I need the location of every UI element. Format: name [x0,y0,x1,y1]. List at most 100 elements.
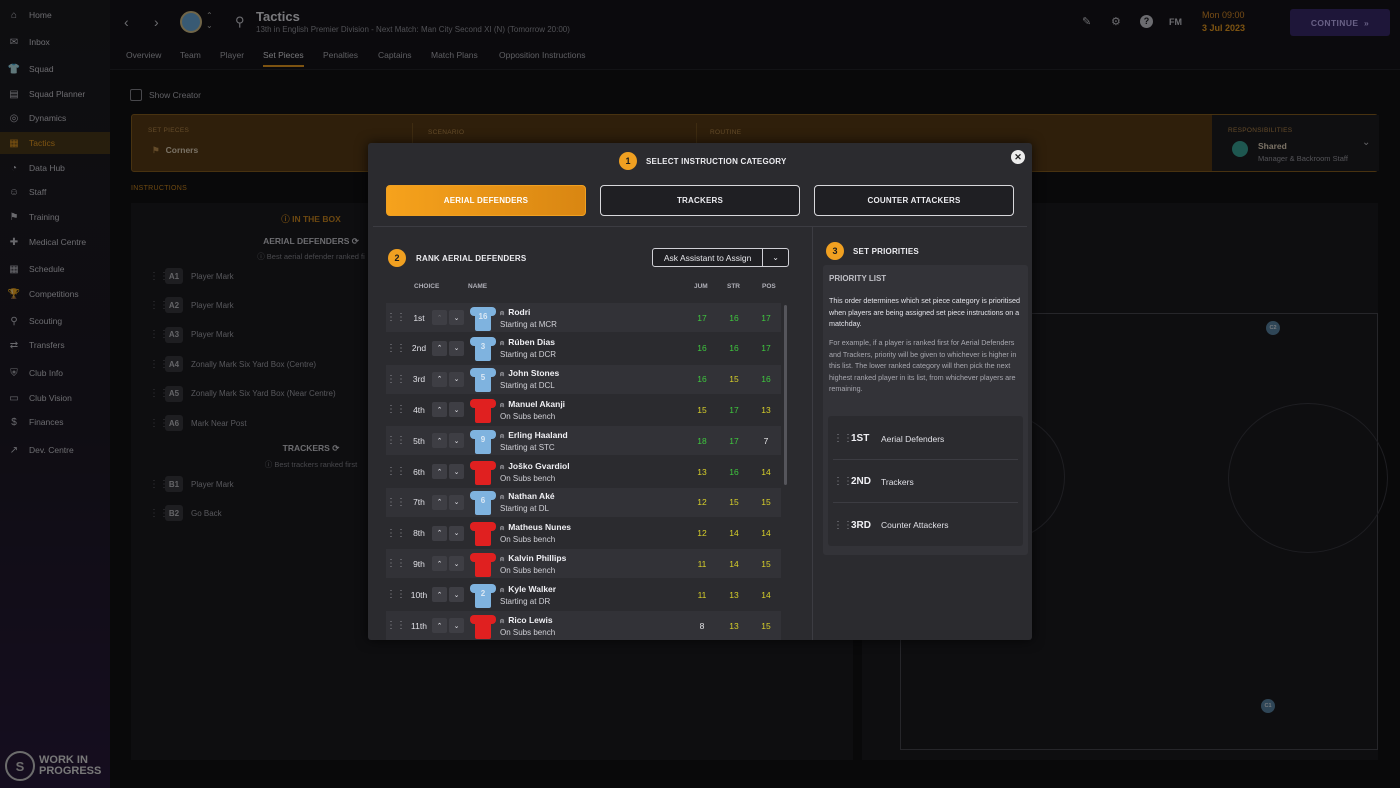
player-info[interactable]: ⍝ Rodri Starting at MCR [500,307,670,329]
player-name[interactable]: Rodri [508,307,530,317]
column-name[interactable]: NAME [468,283,487,290]
player-name[interactable]: Joško Gvardiol [508,461,569,471]
move-up-button[interactable]: ⌃ [432,494,447,510]
category-aerial-defenders[interactable]: AERIAL DEFENDERS [386,185,586,216]
player-name[interactable]: Manuel Akanji [508,399,565,409]
priority-items: ⋮⋮ 1ST Aerial Defenders ⋮⋮ 2ND Trackers … [828,416,1023,546]
step-3-badge: 3 [826,242,844,260]
player-row[interactable]: ⋮⋮ 1st ⌃ ⌄ 16 ⍝ Rodri Starting at MCR 17 16 17 [386,303,781,332]
category-counter-attackers[interactable]: COUNTER ATTACKERS [814,185,1014,216]
player-info[interactable]: ⍝ Erling Haaland Starting at STC [500,430,670,452]
drag-handle-icon[interactable]: ⋮⋮ [386,558,406,569]
choice-rank: 10th [410,589,428,600]
player-info[interactable]: ⍝ Rúben Dias Starting at DCR [500,337,670,359]
move-up-button[interactable]: ⌃ [432,587,447,603]
player-row[interactable]: ⋮⋮ 3rd ⌃ ⌄ 5 ⍝ John Stones Starting at DCL 16 15 1… [386,364,781,394]
chevron-down-icon[interactable]: ⌄ [762,249,788,266]
move-up-button[interactable]: ⌃ [432,556,447,572]
player-info[interactable]: ⍝ Manuel Akanji On Subs bench [500,399,670,421]
drag-handle-icon[interactable]: ⋮⋮ [833,520,853,531]
drag-handle-icon[interactable]: ⋮⋮ [386,589,406,600]
move-up-button[interactable]: ⌃ [432,464,447,479]
move-down-button[interactable]: ⌄ [449,433,464,449]
drag-handle-icon[interactable]: ⋮⋮ [386,404,406,415]
player-info[interactable]: ⍝ Kalvin Phillips On Subs bench [500,553,670,575]
player-row[interactable]: ⋮⋮ 2nd ⌃ ⌄ 3 ⍝ Rúben Dias Starting at DCR 16 16 17 [386,333,781,363]
move-down-button[interactable]: ⌄ [449,587,464,603]
player-row[interactable]: ⋮⋮ 8th ⌃ ⌄ ⍝ Matheus Nunes On Subs bench 12 14 14 [386,518,781,548]
step-3-title: SET PRIORITIES [853,247,919,256]
player-name[interactable]: Rúben Dias [508,337,555,347]
category-trackers[interactable]: TRACKERS [600,185,800,216]
player-status-icon: ⍝ [500,309,505,317]
player-name[interactable]: Kyle Walker [508,584,556,594]
column-choice[interactable]: CHOICE [414,283,439,290]
move-down-button[interactable]: ⌄ [449,556,464,572]
move-up-button[interactable]: ⌃ [432,310,447,325]
player-name[interactable]: Rico Lewis [508,615,552,625]
move-up-button[interactable]: ⌃ [432,340,447,356]
move-down-button[interactable]: ⌄ [449,618,464,633]
drag-handle-icon[interactable]: ⋮⋮ [386,497,406,508]
move-down-button[interactable]: ⌄ [449,371,464,387]
drag-handle-icon[interactable]: ⋮⋮ [386,435,406,446]
drag-handle-icon[interactable]: ⋮⋮ [386,528,406,539]
drag-handle-icon[interactable]: ⋮⋮ [386,620,406,631]
player-row[interactable]: ⋮⋮ 9th ⌃ ⌄ ⍝ Kalvin Phillips On Subs bench 11 14… [386,549,781,579]
player-info[interactable]: ⍝ Rico Lewis On Subs bench [500,615,670,637]
move-down-button[interactable]: ⌄ [449,402,464,418]
player-row[interactable]: ⋮⋮ 6th ⌃ ⌄ ⍝ Joško Gvardiol On Subs bench 13 16 1… [386,457,781,486]
choice-rank: 6th [413,466,425,477]
kit-body [475,522,491,547]
player-kit-icon [470,396,496,424]
player-row[interactable]: ⋮⋮ 11th ⌃ ⌄ ⍝ Rico Lewis On Subs bench 8 13 15 [386,611,781,640]
priority-item[interactable]: ⋮⋮ 1ST Aerial Defenders [833,418,1018,460]
player-status: Starting at MCR [500,319,557,329]
priority-item[interactable]: ⋮⋮ 3RD Counter Attackers [833,504,1018,546]
player-name[interactable]: Erling Haaland [508,430,568,440]
player-info[interactable]: ⍝ John Stones Starting at DCL [500,368,670,390]
move-up-button[interactable]: ⌃ [432,525,447,541]
player-name[interactable]: Nathan Aké [508,491,554,501]
ask-assistant-button[interactable]: Ask Assistant to Assign [653,253,762,263]
move-up-button[interactable]: ⌃ [432,402,447,418]
move-down-button[interactable]: ⌄ [449,310,464,325]
drag-handle-icon[interactable]: ⋮⋮ [386,312,406,323]
player-row[interactable]: ⋮⋮ 4th ⌃ ⌄ ⍝ Manuel Akanji On Subs bench 15 17 13 [386,395,781,425]
move-down-button[interactable]: ⌄ [449,494,464,510]
priority-item[interactable]: ⋮⋮ 2ND Trackers [833,461,1018,503]
drag-handle-icon[interactable]: ⋮⋮ [386,343,406,354]
column-positioning[interactable]: POS [762,283,776,290]
player-kit-icon: 16 [470,304,496,332]
player-info[interactable]: ⍝ Nathan Aké Starting at DL [500,491,670,513]
move-down-button[interactable]: ⌄ [449,464,464,479]
list-scrollbar[interactable] [784,305,787,485]
drag-handle-icon[interactable]: ⋮⋮ [833,476,853,487]
player-row[interactable]: ⋮⋮ 10th ⌃ ⌄ 2 ⍝ Kyle Walker Starting at DR 11 13 1… [386,580,781,610]
move-down-button[interactable]: ⌄ [449,340,464,356]
drag-handle-icon[interactable]: ⋮⋮ [386,466,406,477]
column-jumping[interactable]: JUM [694,283,708,290]
priority-label: Trackers [881,476,914,487]
player-status: On Subs bench [500,411,556,421]
move-up-button[interactable]: ⌃ [432,371,447,387]
player-row[interactable]: ⋮⋮ 5th ⌃ ⌄ 9 ⍝ Erling Haaland Starting at STC 18… [386,426,781,456]
player-info[interactable]: ⍝ Kyle Walker Starting at DR [500,584,670,606]
drag-handle-icon[interactable]: ⋮⋮ [833,433,853,444]
player-info[interactable]: ⍝ Joško Gvardiol On Subs bench [500,461,670,483]
move-down-button[interactable]: ⌄ [449,525,464,541]
player-name[interactable]: Kalvin Phillips [508,553,566,563]
player-name[interactable]: Matheus Nunes [508,522,571,532]
player-name[interactable]: John Stones [508,368,559,378]
step-1-title: SELECT INSTRUCTION CATEGORY [646,157,787,166]
column-strength[interactable]: STR [727,283,740,290]
move-up-button[interactable]: ⌃ [432,618,447,633]
player-row[interactable]: ⋮⋮ 7th ⌃ ⌄ 6 ⍝ Nathan Aké Starting at DL 12 15 15 [386,487,781,517]
player-info[interactable]: ⍝ Matheus Nunes On Subs bench [500,522,670,544]
close-icon[interactable]: ✕ [1011,150,1025,164]
attr-positioning: 15 [761,497,771,508]
priority-list-panel: PRIORITY LIST This order determines whic… [823,265,1028,555]
drag-handle-icon[interactable]: ⋮⋮ [386,374,406,385]
ask-assistant-dropdown[interactable]: Ask Assistant to Assign ⌄ [652,248,789,267]
move-up-button[interactable]: ⌃ [432,433,447,449]
